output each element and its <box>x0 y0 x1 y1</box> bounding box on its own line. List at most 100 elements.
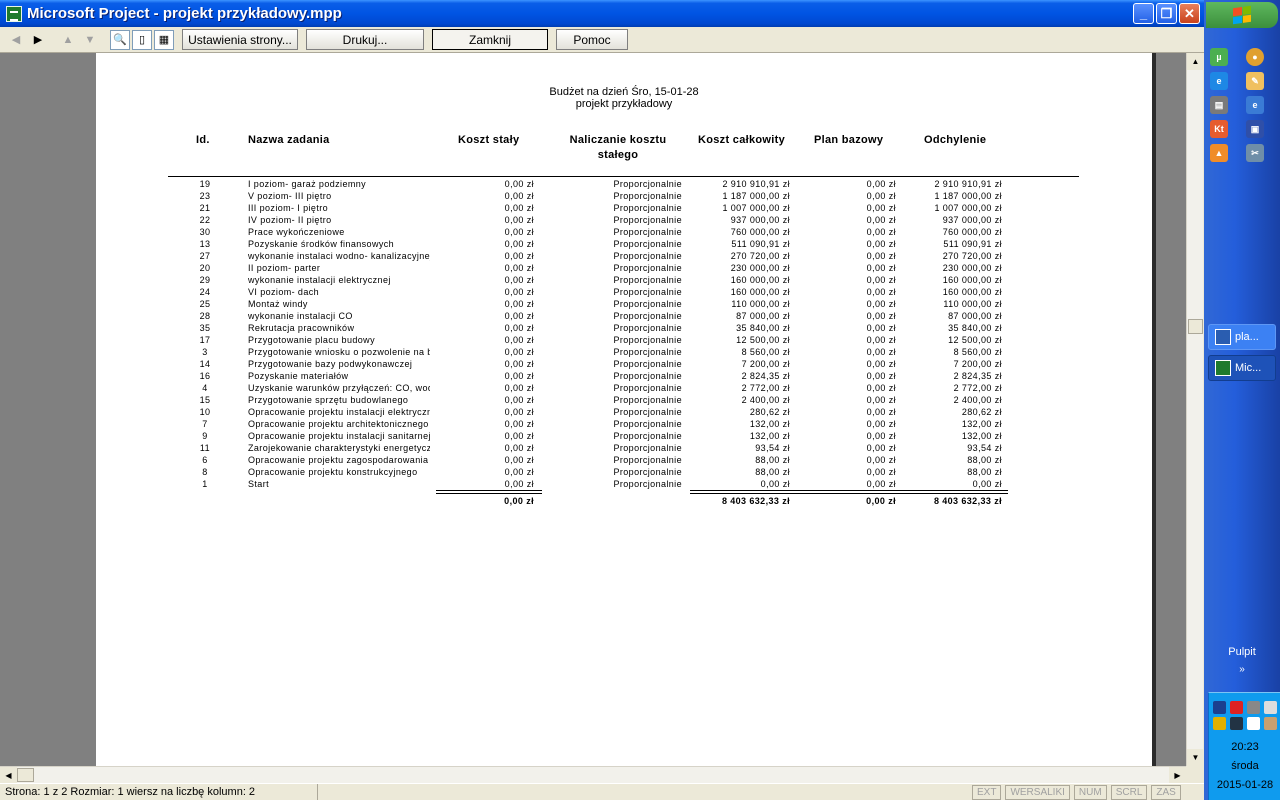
cell-variance: 0,00 zł <box>972 479 1002 489</box>
cell-task-name: III poziom- I piętro <box>248 203 329 213</box>
media-icon[interactable]: ▤ <box>1210 96 1228 114</box>
zoom-icon[interactable]: 🔍 <box>110 29 130 50</box>
cell-accrual: Proporcjonalnie <box>613 467 682 477</box>
cell-accrual: Proporcjonalnie <box>613 419 682 429</box>
vlc-icon[interactable]: ▲ <box>1210 144 1228 162</box>
cell-id: 25 <box>199 299 211 309</box>
taskbar-item-project[interactable]: Mic... <box>1208 355 1276 381</box>
scroll-right-icon[interactable]: ▶ <box>1169 767 1186 784</box>
page-right-icon[interactable]: ▶ <box>28 30 48 50</box>
chevron-down-icon[interactable]: » <box>1204 664 1280 675</box>
page-up-icon[interactable]: ▲ <box>58 30 78 50</box>
page-setup-button[interactable]: Ustawienia strony... <box>182 29 298 50</box>
horizontal-scroll-thumb[interactable] <box>17 768 34 782</box>
cell-variance: 87 000,00 zł <box>948 311 1002 321</box>
cell-variance: 1 007 000,00 zł <box>934 203 1002 213</box>
cell-task-name: IV poziom- II piętro <box>248 215 332 225</box>
table-row: 28 wykonanie instalacji CO 0,00 zł Proporcj… <box>96 310 1152 322</box>
scroll-up-icon[interactable]: ▲ <box>1187 53 1204 70</box>
cell-baseline: 0,00 zł <box>866 323 896 333</box>
close-window-button[interactable]: ✕ <box>1179 3 1200 24</box>
taskbar-item-word[interactable]: pla... <box>1208 324 1276 350</box>
cell-variance: 160 000,00 zł <box>942 275 1002 285</box>
cell-baseline: 0,00 zł <box>866 407 896 417</box>
cell-fixed-cost: 0,00 zł <box>504 203 534 213</box>
cell-id: 22 <box>199 215 211 225</box>
network-error-icon[interactable] <box>1230 701 1243 714</box>
notes-icon[interactable]: ✎ <box>1246 72 1264 90</box>
cell-accrual: Proporcjonalnie <box>613 359 682 369</box>
cell-task-name: wykonanie instalacji CO <box>248 311 353 321</box>
start-button[interactable] <box>1206 2 1278 28</box>
table-row: 22 IV poziom- II piętro 0,00 zł Proporcjona… <box>96 214 1152 226</box>
cell-total-cost: 87 000,00 zł <box>736 311 790 321</box>
vertical-scrollbar[interactable]: ▲ ▼ <box>1186 53 1204 766</box>
cell-total-cost: 2 400,00 zł <box>741 395 790 405</box>
close-preview-button[interactable]: Zamknij <box>432 29 548 50</box>
col-header-variance: Odchylenie <box>924 134 987 146</box>
monitor-icon[interactable] <box>1230 717 1243 730</box>
cell-fixed-cost: 0,00 zł <box>504 431 534 441</box>
cell-accrual: Proporcjonalnie <box>613 215 682 225</box>
scroll-down-icon[interactable]: ▼ <box>1187 749 1204 766</box>
save-icon[interactable]: ▣ <box>1246 120 1264 138</box>
cell-fixed-cost: 0,00 zł <box>504 383 534 393</box>
vertical-scroll-thumb[interactable] <box>1188 319 1203 334</box>
cell-total-cost: 88,00 zł <box>755 455 790 465</box>
network-icon[interactable] <box>1213 701 1226 714</box>
cell-total-cost: 110 000,00 zł <box>731 299 790 309</box>
cell-task-name: Opracowanie projektu instalacji sanitarn… <box>248 431 430 441</box>
cell-baseline: 0,00 zł <box>866 431 896 441</box>
cell-fixed-cost: 0,00 zł <box>504 407 534 417</box>
utorrent-icon[interactable]: µ <box>1210 48 1228 66</box>
tools-icon[interactable]: ✂ <box>1246 144 1264 162</box>
minimize-button[interactable]: _ <box>1133 3 1154 24</box>
chrome-icon[interactable]: ● <box>1246 48 1264 66</box>
title-bar[interactable]: Microsoft Project - projekt przykładowy.… <box>0 0 1204 27</box>
print-preview-area[interactable]: Budżet na dzień Śro, 15-01-28 projekt pr… <box>0 53 1186 766</box>
cell-total-cost: 132,00 zł <box>749 431 790 441</box>
multiple-pages-icon[interactable]: ▦ <box>154 29 174 50</box>
explorer-icon[interactable]: e <box>1246 96 1264 114</box>
help-button[interactable]: Pomoc <box>556 29 628 50</box>
cell-task-name: wykonanie instalacji elektrycznej <box>248 275 391 285</box>
cell-accrual: Proporcjonalnie <box>613 179 682 189</box>
cell-task-name: VI poziom- dach <box>248 287 320 297</box>
cell-id: 8 <box>202 467 208 477</box>
usb-icon[interactable] <box>1264 701 1277 714</box>
status-num: NUM <box>1073 784 1107 800</box>
cell-baseline: 0,00 zł <box>866 335 896 345</box>
desktop-label[interactable]: Pulpit <box>1204 646 1280 658</box>
cell-id: 6 <box>202 455 208 465</box>
clock-day: środa <box>1231 760 1259 772</box>
ie-icon[interactable]: e <box>1210 72 1228 90</box>
cell-fixed-cost: 0,00 zł <box>504 455 534 465</box>
horizontal-scrollbar[interactable]: ◀ ▶ <box>0 766 1186 784</box>
print-button[interactable]: Drukuj... <box>306 29 424 50</box>
one-page-icon[interactable]: ▯ <box>132 29 152 50</box>
cell-fixed-cost: 0,00 zł <box>504 287 534 297</box>
cell-variance: 2 824,35 zł <box>953 371 1002 381</box>
page-down-icon[interactable]: ▼ <box>80 30 100 50</box>
cell-id: 11 <box>199 443 211 453</box>
kt-icon[interactable]: Kt <box>1210 120 1228 138</box>
cell-total-cost: 270 720,00 zł <box>730 251 790 261</box>
page-left-icon[interactable]: ◀ <box>6 30 26 50</box>
restore-button[interactable]: ❐ <box>1156 3 1177 24</box>
clock-time[interactable]: 20:23 <box>1209 741 1280 753</box>
windows-logo-icon <box>1233 5 1251 25</box>
shield-icon[interactable] <box>1247 701 1260 714</box>
search-icon[interactable] <box>1247 717 1260 730</box>
volume-icon[interactable] <box>1264 717 1277 730</box>
security-icon[interactable] <box>1213 717 1226 730</box>
cell-id: 24 <box>199 287 211 297</box>
ms-project-icon <box>6 5 22 22</box>
scroll-left-icon[interactable]: ◀ <box>0 767 17 784</box>
quick-launch: µ ● e ✎ ▤ e Kt ▣ ▲ ✂ <box>1210 48 1276 162</box>
cell-fixed-cost: 0,00 zł <box>504 323 534 333</box>
cell-id: 35 <box>199 323 211 333</box>
cell-fixed-cost: 0,00 zł <box>504 371 534 381</box>
cell-task-name: Montaż windy <box>248 299 308 309</box>
cell-accrual: Proporcjonalnie <box>613 395 682 405</box>
cell-task-name: I poziom- garaż podziemny <box>248 179 367 189</box>
